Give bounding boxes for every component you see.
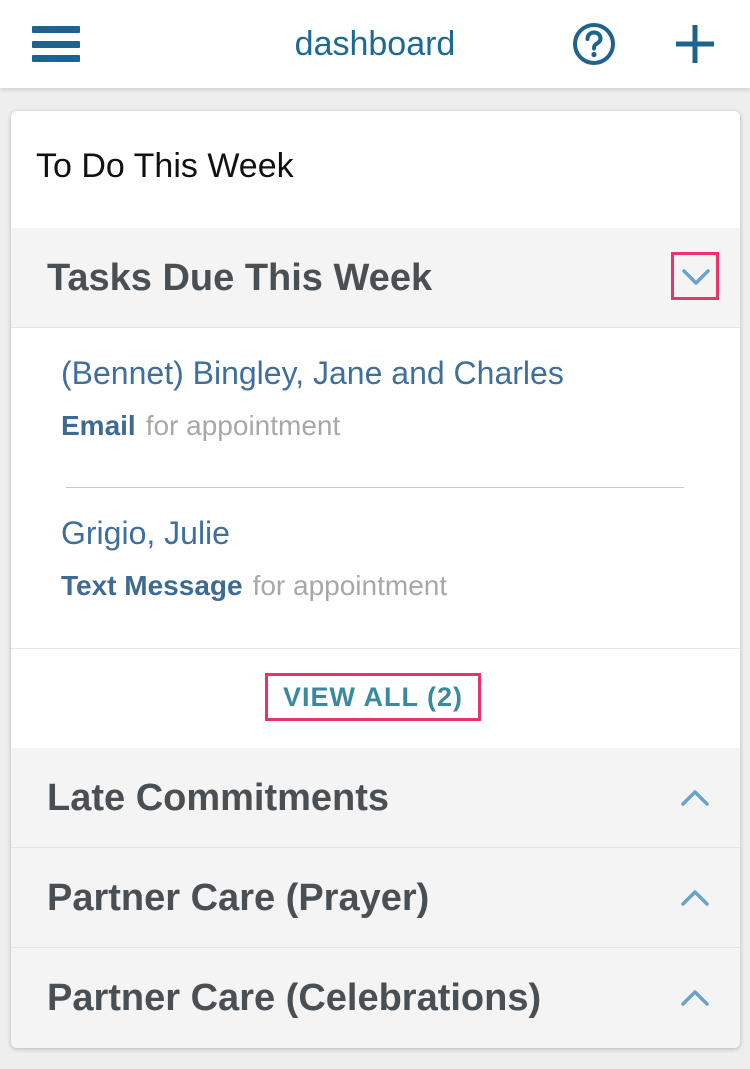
card-title: To Do This Week	[36, 147, 294, 185]
task-description: for appointment	[145, 410, 341, 441]
section-title: Late Commitments	[47, 777, 390, 819]
section-title: Tasks Due This Week	[47, 257, 433, 299]
section-header-partner-care-celebrations[interactable]: Partner Care (Celebrations)	[11, 948, 740, 1048]
plus-icon[interactable]	[676, 25, 714, 63]
task-description: for appointment	[252, 570, 448, 601]
hamburger-menu-icon[interactable]	[32, 26, 80, 62]
task-type: Text Message	[61, 570, 243, 601]
divider	[11, 648, 740, 649]
divider	[66, 487, 684, 488]
chevron-up-icon[interactable]	[680, 788, 710, 808]
task-type: Email	[61, 410, 136, 441]
chevron-down-icon	[682, 269, 710, 285]
page-title: dashboard	[294, 25, 456, 63]
collapse-toggle[interactable]	[671, 252, 719, 300]
view-all-button[interactable]: VIEW ALL (2)	[265, 673, 481, 721]
task-item[interactable]: (Bennet) Bingley, Jane and Charles Email…	[61, 355, 564, 442]
task-meta: Text Message for appointment	[61, 570, 447, 602]
to-do-card: To Do This Week Tasks Due This Week (Ben…	[11, 111, 740, 1048]
chevron-up-icon[interactable]	[680, 988, 710, 1008]
section-header-late-commitments[interactable]: Late Commitments	[11, 748, 740, 848]
section-title: Partner Care (Prayer)	[47, 877, 430, 919]
task-contact-name[interactable]: Grigio, Julie	[61, 515, 447, 552]
section-header-partner-care-prayer[interactable]: Partner Care (Prayer)	[11, 848, 740, 948]
chevron-up-icon[interactable]	[680, 888, 710, 908]
section-title: Partner Care (Celebrations)	[47, 977, 542, 1019]
task-item[interactable]: Grigio, Julie Text Message for appointmen…	[61, 515, 447, 602]
task-meta: Email for appointment	[61, 410, 564, 442]
question-circle-icon[interactable]	[572, 22, 616, 66]
top-app-bar: dashboard	[0, 0, 750, 88]
section-header-tasks-due[interactable]: Tasks Due This Week	[11, 228, 740, 328]
task-contact-name[interactable]: (Bennet) Bingley, Jane and Charles	[61, 355, 564, 392]
